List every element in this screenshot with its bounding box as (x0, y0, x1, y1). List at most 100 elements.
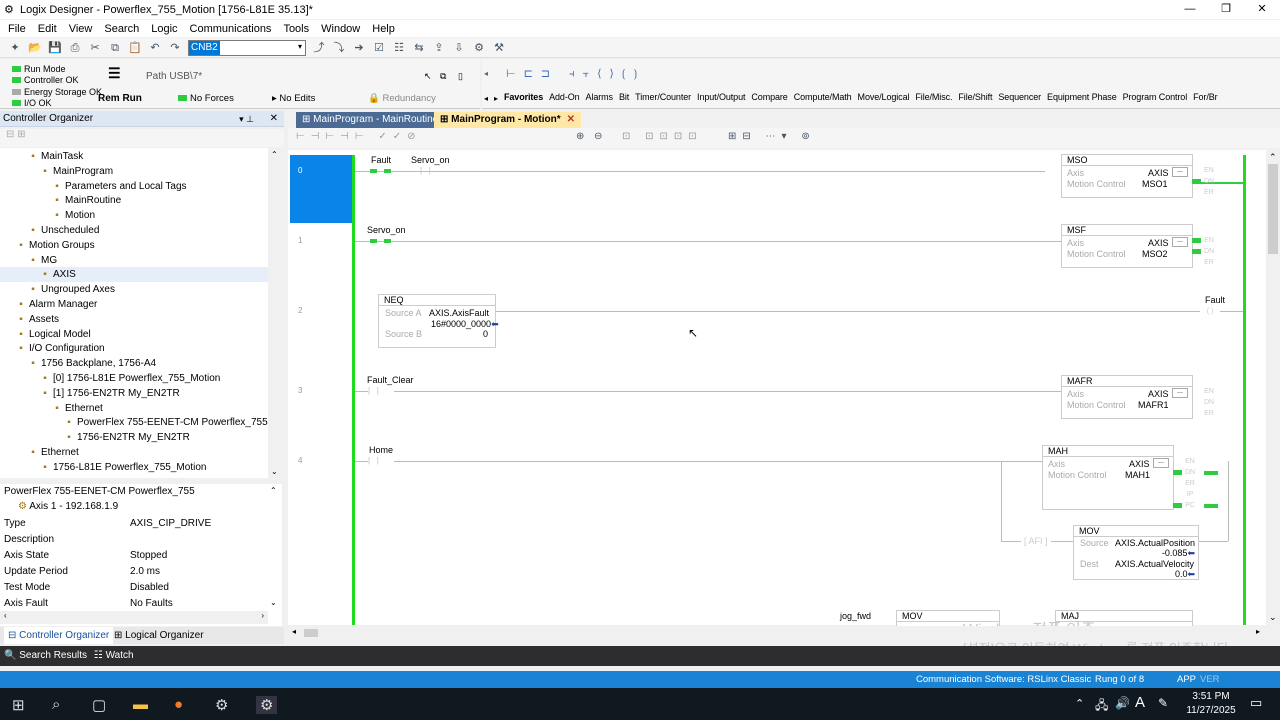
ellipsis-button[interactable]: ... (1153, 458, 1169, 468)
menu-window[interactable]: Window (321, 23, 360, 35)
msf-instruction[interactable]: MSF Axis AXIS ... Motion Control MSO2 (1061, 224, 1193, 268)
menu-search[interactable]: Search (104, 23, 139, 35)
contact-tag[interactable]: Fault_Clear (367, 375, 414, 385)
undo-icon[interactable]: ↶ (148, 41, 162, 55)
properties-icon[interactable]: ⚙ (472, 41, 486, 55)
contact-tag[interactable]: Fault (371, 155, 391, 165)
firefox-icon[interactable]: ● (174, 696, 183, 713)
menu-view[interactable]: View (69, 23, 93, 35)
xic-contact[interactable]: | | (368, 387, 394, 395)
tree-item[interactable]: ▪ 1756-L81E Powerflex_755_Motion (40, 460, 206, 475)
tab-main-routine[interactable]: ⊞ MainProgram - MainRoutine (296, 112, 445, 128)
tree-item[interactable]: ▪ [0] 1756-L81E Powerflex_755_Motion (40, 371, 220, 386)
clock-date[interactable]: 11/27/2025 (1180, 705, 1242, 716)
tree-item[interactable]: ▪ Ungrouped Axes (28, 282, 115, 297)
tree-item[interactable]: ▪ Parameters and Local Tags (52, 179, 186, 194)
neq-instruction[interactable]: NEQ Source A AXIS.AxisFault 16#0000_0000⬅… (378, 294, 499, 348)
ellipsis-button[interactable]: ... (1172, 237, 1188, 247)
tree-item[interactable]: ▪ MainProgram (40, 164, 113, 179)
contact-tag[interactable]: Home (369, 445, 393, 455)
edits-status[interactable]: ▸ No Edits (272, 93, 315, 104)
instr-tab-file-misc[interactable]: File/Misc. (915, 92, 952, 102)
zoom-out-icon[interactable]: ⊖ (594, 131, 608, 142)
menu-edit[interactable]: Edit (38, 23, 57, 35)
ellipsis-button[interactable]: ... (1172, 388, 1188, 398)
contact-tag[interactable]: Servo_on (367, 225, 406, 235)
task-view-icon[interactable]: ▢ (92, 696, 106, 714)
mah-instruction[interactable]: MAH Axis AXIS ... Motion Control MAH1 (1042, 445, 1174, 510)
instr-tab-input-output[interactable]: Input/Output (697, 92, 745, 102)
xic-contact[interactable] (368, 167, 394, 175)
instr-tab-program-control[interactable]: Program Control (1123, 92, 1188, 102)
xic-contact[interactable]: | | (420, 167, 446, 175)
chevron-down-icon[interactable]: ▾ (298, 42, 302, 51)
instr-tab-equipment-phase[interactable]: Equipment Phase (1047, 92, 1117, 102)
mso-instruction[interactable]: MSO Axis AXIS ... Motion Control MSO1 (1061, 154, 1193, 198)
tree-item[interactable]: ▪ 1756-EN2TR My_EN2TR (64, 430, 190, 445)
file-explorer-icon[interactable]: ▬ (133, 696, 148, 713)
maximize-button[interactable]: ❐ (1208, 0, 1244, 19)
search-icon[interactable]: ⌕ (52, 696, 60, 713)
clock-time[interactable]: 3:51 PM (1186, 691, 1236, 702)
afi-instruction[interactable]: [ AFI ] (1021, 536, 1051, 546)
upload-icon[interactable]: ⇪ (432, 41, 446, 55)
logix-designer-icon[interactable]: ⚙ (256, 696, 278, 714)
tree-item[interactable]: ▪ I/O Configuration (16, 341, 104, 356)
pin-icon[interactable]: ▾ ⊥ (239, 111, 254, 127)
ladder-editor[interactable]: 0 1 2 3 4 Fault Servo_on | | MSO Axis AXI… (288, 150, 1280, 656)
instr-tab-bit[interactable]: Bit (619, 92, 629, 102)
view-icons[interactable]: ⊡ ⊡⊡⊡⊡ (622, 131, 703, 142)
contact-tag[interactable]: Servo_on (411, 155, 450, 165)
instr-tab-move-logical[interactable]: Move/Logical (858, 92, 910, 102)
print-icon[interactable]: ⎙ (68, 41, 82, 55)
tree-item[interactable]: ▪ 1756 Backplane, 1756-A4 (28, 356, 156, 371)
mafr-instruction[interactable]: MAFR Axis AXIS ... Motion Control MAFR1 (1061, 375, 1193, 419)
ladder-element-icons[interactable]: ⊢⊏⊐ ⫞⫟⟨⟩⟮⟯ (506, 67, 645, 81)
save-icon[interactable]: 💾 (48, 41, 62, 55)
online-icon[interactable]: ⇆ (412, 41, 426, 55)
xic-contact[interactable]: | | (368, 457, 394, 465)
instr-tab-sequencer[interactable]: Sequencer (998, 92, 1041, 102)
tree-item[interactable]: ▪ Motion Groups (16, 238, 94, 253)
editor-hscroll[interactable]: ◂ ▸ (288, 626, 1280, 640)
verify-all-icon[interactable]: ☷ (392, 41, 406, 55)
network-tray-icon[interactable]: 🖧 (1095, 696, 1108, 717)
instr-tab-compute-math[interactable]: Compute/Math (794, 92, 852, 102)
search-combo[interactable]: CNB2 ▾ (188, 39, 306, 56)
find-next-icon[interactable]: ⤵ (332, 41, 346, 55)
tree-scrollbar[interactable]: ⌃ ⌄ (268, 148, 282, 478)
browse-icon[interactable]: ➔ (352, 41, 366, 55)
verify-icon[interactable]: ☑ (372, 41, 386, 55)
tab-logical-organizer[interactable]: ⊞ Logical Organizer (110, 627, 208, 644)
tree-item[interactable]: ▪ MainRoutine (52, 193, 121, 208)
editor-vscroll[interactable]: ⌃ ⌄ (1266, 150, 1280, 625)
tree-item[interactable]: ▪ Ethernet (28, 445, 79, 460)
instr-tab-addon[interactable]: Add-On (549, 92, 580, 102)
instr-tab-timer-counter[interactable]: Timer/Counter (635, 92, 691, 102)
ellipsis-button[interactable]: ... (1172, 167, 1188, 177)
rung-edit-icons[interactable]: ⊢⊣⊢⊣⊢ ✓✓⊘ (296, 131, 421, 142)
props-scroll-up[interactable]: ⌃ (270, 486, 277, 495)
coil-tag[interactable]: Fault (1205, 295, 1225, 305)
network-icon[interactable]: ⧉ (440, 71, 446, 82)
close-tab-icon[interactable]: ✕ (567, 114, 575, 125)
tree-item[interactable]: ▪ MainTask (28, 149, 83, 164)
forces-status[interactable]: No Forces (178, 93, 234, 104)
collapse-icon[interactable]: ⊟ ⊞ (6, 129, 26, 140)
find-icon[interactable]: ⤴ (312, 41, 326, 55)
studio5000-icon[interactable]: ⚙ (215, 696, 228, 714)
tree-item[interactable]: ▪ Ethernet (52, 401, 103, 416)
scroll-left-icon[interactable]: ◂ (484, 69, 488, 78)
menu-logic[interactable]: Logic (151, 23, 177, 35)
menu-communications[interactable]: Communications (190, 23, 272, 35)
ime-mode-icon[interactable]: ✎ (1158, 696, 1168, 710)
minimize-button[interactable]: — (1172, 0, 1208, 19)
open-icon[interactable]: 📂 (28, 41, 42, 55)
new-icon[interactable]: ✦ (8, 41, 22, 55)
tray-chevron-icon[interactable]: ⌃ (1075, 697, 1084, 710)
zoom-in-icon[interactable]: ⊕ (576, 131, 590, 142)
props-hscroll[interactable]: ‹ › (0, 611, 268, 624)
ote-coil[interactable]: ( ) (1200, 307, 1220, 316)
tree-item[interactable]: ▪ PowerFlex 755-EENET-CM Powerflex_755 (64, 415, 267, 430)
menu-file[interactable]: File (8, 23, 26, 35)
